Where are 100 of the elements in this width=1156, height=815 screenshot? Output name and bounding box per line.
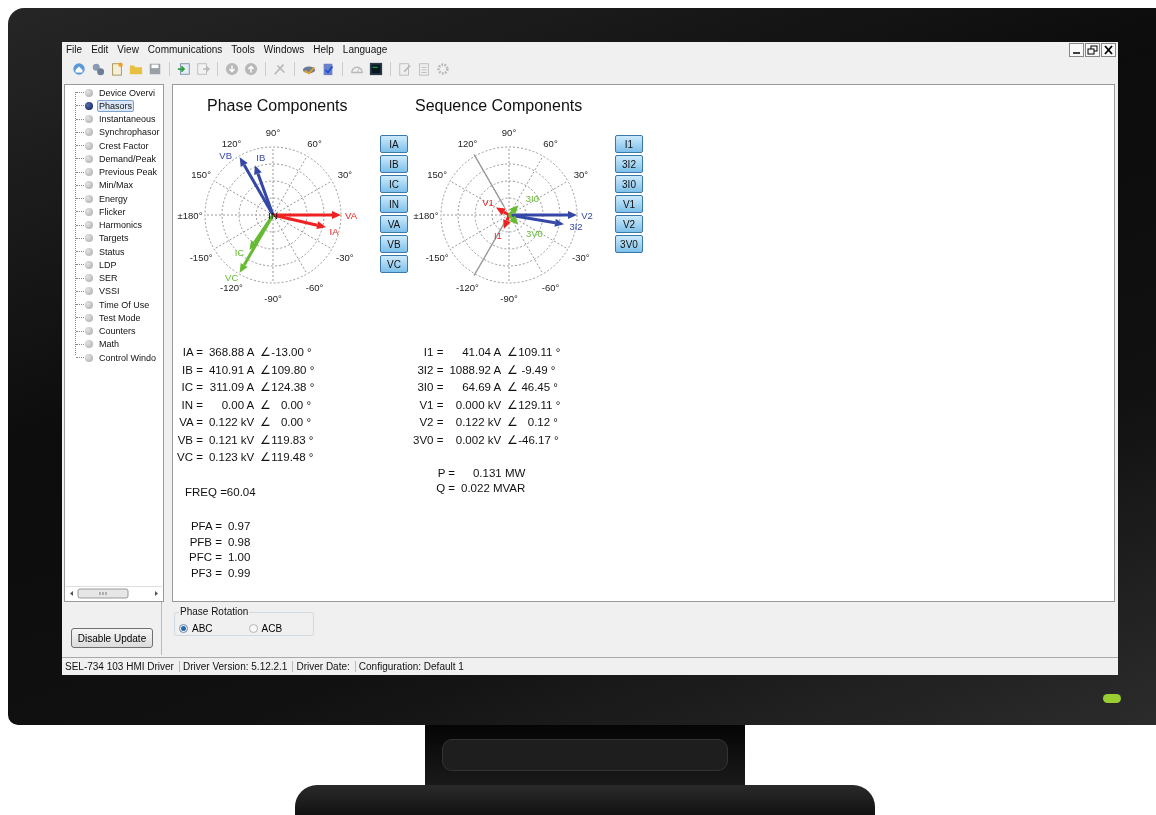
readout-label: 3I0 = [416, 381, 444, 393]
tree-item[interactable]: Counters [97, 325, 138, 338]
clipboard-icon[interactable] [321, 61, 335, 76]
radio-option[interactable]: ACB [248, 621, 283, 635]
readout-label: IA = [181, 346, 203, 358]
readout-label: P = [436, 466, 455, 479]
tree-item[interactable]: Device Overvi [97, 86, 157, 99]
readout-angle: ∠ 0.00 ° [260, 415, 313, 429]
minimize-icon[interactable] [1069, 43, 1084, 57]
tree-item[interactable]: Flicker [97, 205, 128, 218]
readout-angle: ∠109.11 ° [507, 345, 561, 359]
menu-item[interactable]: Edit [90, 44, 110, 55]
angle-label: -150° [189, 251, 213, 263]
readout-label: VC = [177, 451, 203, 463]
frequency-readout: FREQ =60.04 [185, 486, 257, 498]
readout-value: 0.00 A [220, 398, 255, 411]
phasor-label: VA [345, 210, 357, 221]
import-icon[interactable] [177, 61, 191, 76]
readout-value: 0.022 MVAR [461, 482, 526, 494]
readout-label: Q = [435, 482, 455, 494]
readout-value: 0.97 [227, 520, 251, 532]
phasor-label: VC [225, 271, 239, 283]
radio-icon[interactable] [179, 623, 188, 633]
readout-angle: ∠109.80 ° [260, 362, 315, 377]
terminal-icon[interactable] [369, 61, 383, 76]
phasor-toggle-button[interactable]: 3V0 [615, 235, 643, 253]
tree-item[interactable]: Targets [97, 232, 131, 245]
down-arrow-icon[interactable] [225, 61, 239, 76]
phasor-toggle-button[interactable]: V1 [615, 195, 643, 213]
menu-item[interactable]: File [65, 44, 84, 55]
tree-item[interactable]: Demand/Peak [97, 152, 159, 165]
menu-item[interactable]: View [116, 44, 140, 55]
readout-label: V2 = [418, 416, 444, 428]
edit-page-icon[interactable] [398, 61, 412, 76]
restore-icon[interactable] [1085, 43, 1100, 57]
tree-item[interactable]: Test Mode [97, 311, 143, 324]
angle-label: -150° [425, 251, 449, 263]
settings-icon[interactable] [436, 61, 450, 76]
phasor-label: 3I2 [569, 221, 583, 233]
menu-item[interactable]: Communications [146, 44, 224, 55]
status-dot-icon [85, 168, 93, 177]
readout-label: I1 = [422, 346, 444, 358]
phasor-toggle-button[interactable]: 3I2 [615, 155, 643, 173]
phasor-toggle-button[interactable]: I1 [615, 135, 643, 153]
tree-item[interactable]: Math [97, 338, 121, 351]
page-icon[interactable] [417, 61, 431, 76]
phasor-label: IA [329, 226, 339, 238]
tree-item[interactable]: Phasors [97, 99, 135, 112]
readout-value: 64.69 A [461, 381, 502, 393]
tree-item[interactable]: Control Windo [97, 351, 159, 364]
readout-angle: ∠-46.17 ° [507, 432, 560, 447]
radio-option[interactable]: ABC [179, 621, 213, 635]
phasor-toggle-button[interactable]: IC [380, 175, 408, 193]
phasor-label: IB [256, 152, 266, 164]
section-title: Phase Components [207, 97, 349, 115]
phasor-toggle-button[interactable]: IN [380, 195, 408, 213]
readout-value: 0.98 [227, 535, 251, 548]
menu-item[interactable]: Windows [262, 44, 306, 55]
phasor-toggle-button[interactable]: 3I0 [615, 175, 643, 193]
up-arrow-icon[interactable] [244, 61, 258, 76]
tree-item[interactable]: Previous Peak [97, 166, 160, 179]
new-page-icon[interactable] [110, 61, 124, 76]
phasor-label: IC [234, 246, 245, 258]
phasor-toggle-button[interactable]: V2 [615, 215, 643, 233]
tree-item[interactable]: Instantaneous [97, 113, 158, 126]
tree-item[interactable]: Energy [97, 192, 130, 205]
menu-item[interactable]: Help [312, 44, 335, 55]
phasor-toggle-button[interactable]: IA [380, 135, 408, 153]
readout-value: 0.122 kV [454, 416, 502, 428]
angle-label: -60° [541, 281, 560, 293]
phasor-toggle-button[interactable]: VC [380, 255, 408, 273]
angle-label: 60° [307, 138, 322, 150]
tree-item[interactable]: Crest Factor [97, 139, 151, 152]
readout-value: 368.88 A [208, 346, 255, 358]
tree-item[interactable]: Min/Max [97, 179, 135, 192]
group-title: Phase Rotation [179, 606, 250, 617]
tree-item[interactable]: Status [97, 245, 127, 258]
status-text: Driver Version: 5.12.2.1 [179, 660, 294, 672]
home-icon[interactable] [72, 61, 86, 76]
readout-value: 1.00 [227, 551, 251, 563]
radio-icon[interactable] [248, 623, 258, 633]
tree-item[interactable]: Synchrophasor [97, 126, 162, 139]
phasor-toggle-button[interactable]: VB [380, 235, 408, 253]
status-dot-icon [85, 274, 93, 283]
phasor-toggle-button[interactable]: VA [380, 215, 408, 233]
tree-item[interactable]: Time Of Use [97, 298, 152, 311]
readout-value: 0.002 kV [454, 433, 502, 446]
save-icon[interactable] [148, 61, 162, 76]
tree-item[interactable]: LDP [97, 258, 119, 271]
phasor-toggle-button[interactable]: IB [380, 155, 408, 173]
disable-update-button[interactable]: Disable Update [71, 628, 153, 648]
export-icon[interactable] [196, 61, 210, 76]
readout-value: 41.04 A [461, 346, 502, 358]
tree-item[interactable]: VSSI [97, 285, 122, 298]
tree-item[interactable]: SER [97, 272, 120, 285]
tree-item[interactable]: Harmonics [97, 219, 144, 232]
gears-icon[interactable] [91, 61, 105, 76]
menu-item[interactable]: Language [341, 44, 389, 55]
close-icon[interactable] [1101, 43, 1116, 57]
menu-item[interactable]: Tools [230, 44, 256, 55]
